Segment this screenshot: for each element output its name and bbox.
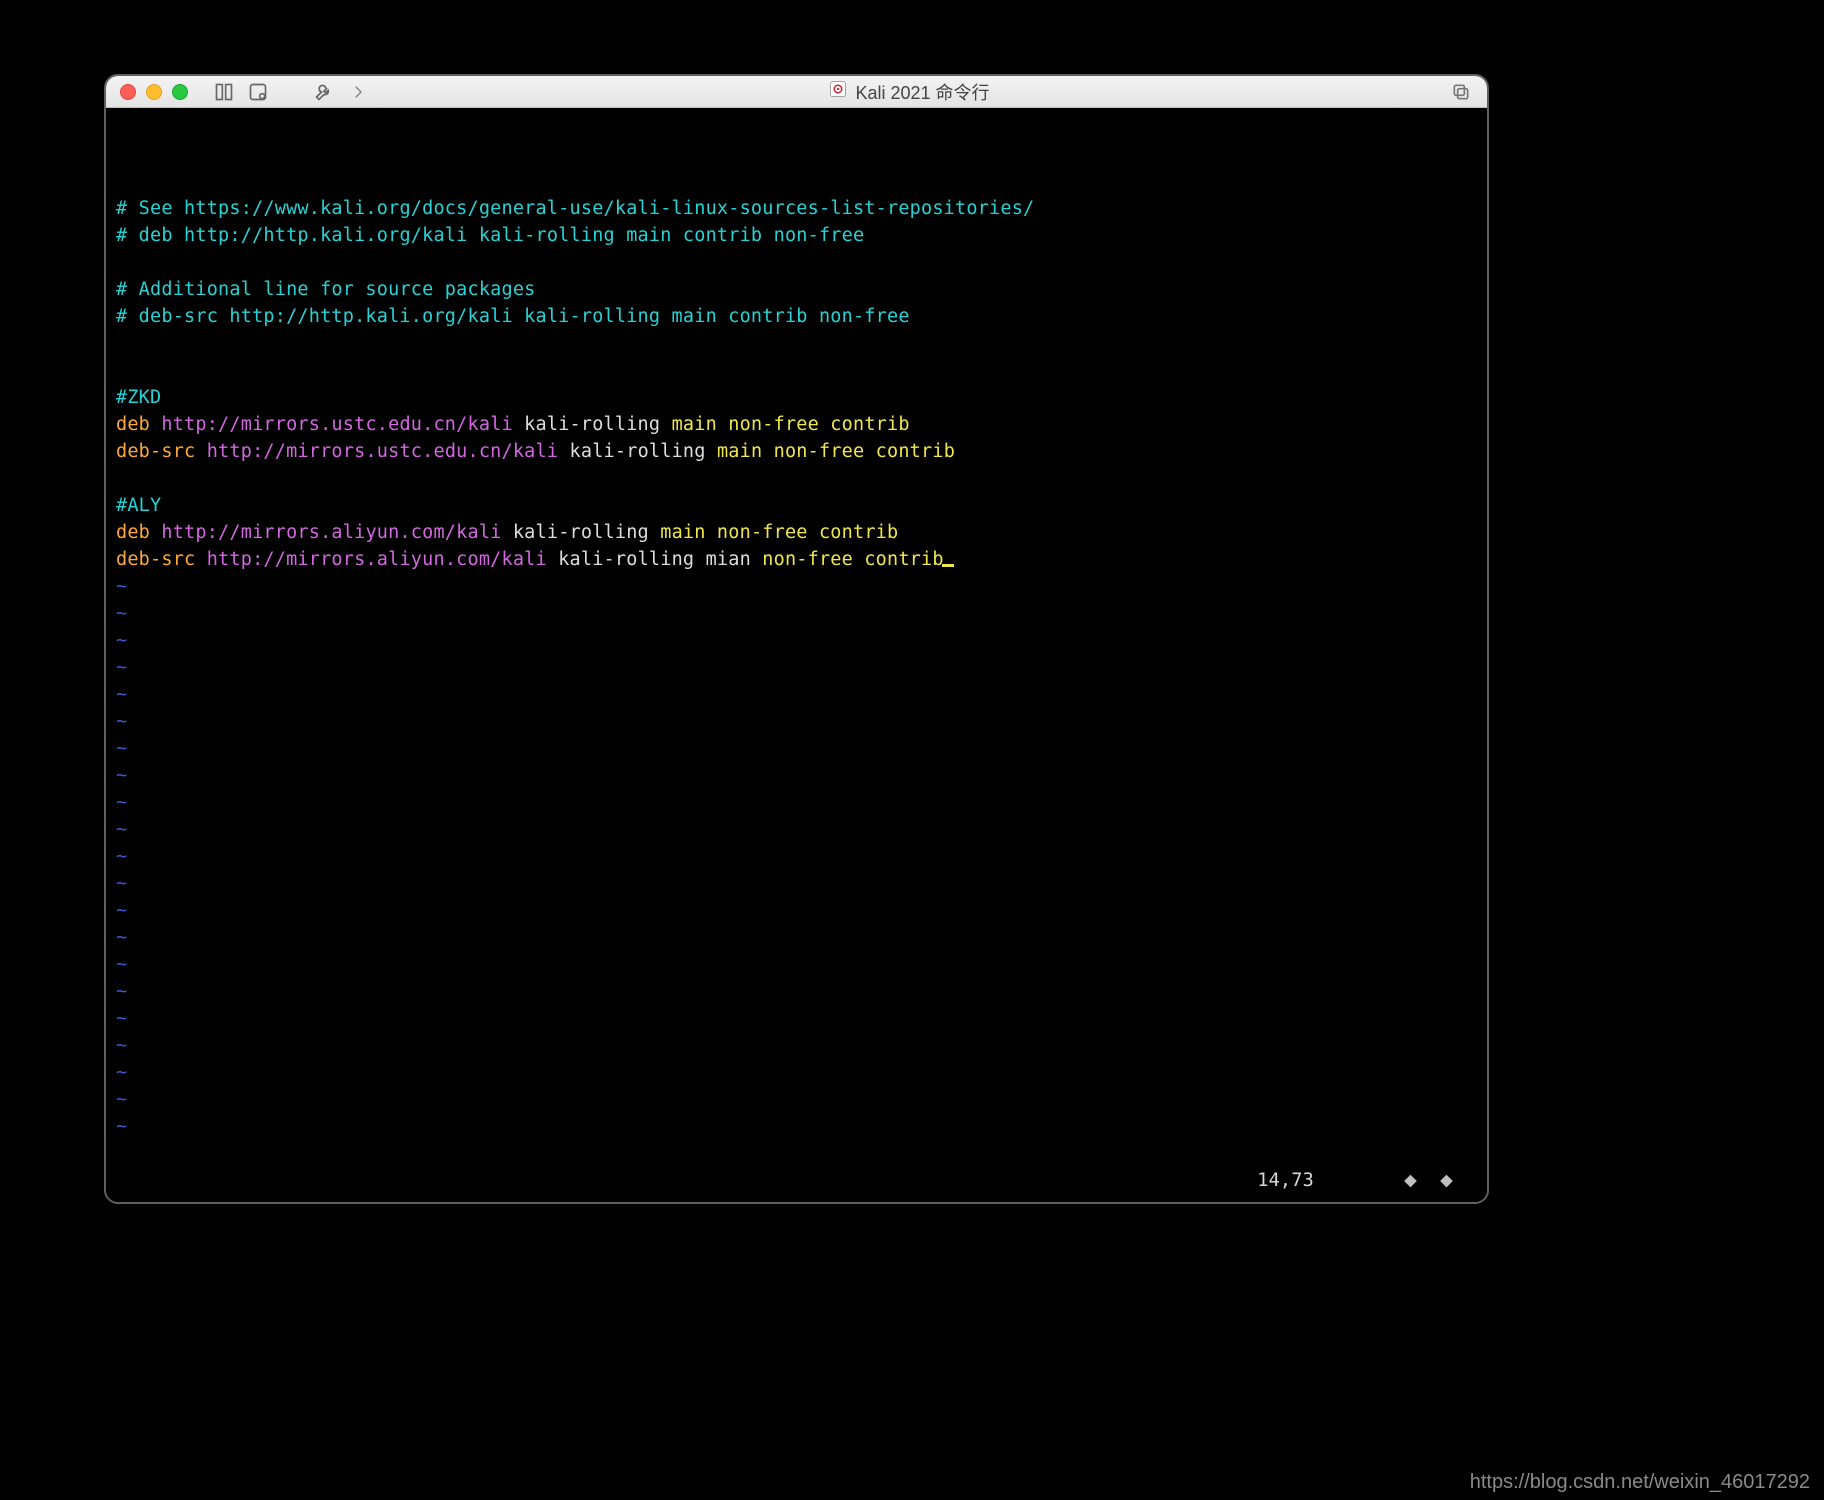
empty-line-tilde: ~ xyxy=(116,1113,1477,1140)
empty-line-tilde: ~ xyxy=(116,1032,1477,1059)
terminal-line xyxy=(116,249,1477,276)
empty-line-tilde: ~ xyxy=(116,600,1477,627)
terminal-line: # deb-src http://http.kali.org/kali kali… xyxy=(116,303,1477,330)
empty-line-tilde: ~ xyxy=(116,978,1477,1005)
terminal-line: deb-src http://mirrors.ustc.edu.cn/kali … xyxy=(116,438,1477,465)
empty-line-tilde: ~ xyxy=(116,654,1477,681)
terminal-line: # Additional line for source packages xyxy=(116,276,1477,303)
empty-line-tilde: ~ xyxy=(116,1005,1477,1032)
terminal-viewport[interactable]: # See https://www.kali.org/docs/general-… xyxy=(106,108,1487,1202)
window-title: Kali 2021 命令行 xyxy=(855,79,989,105)
terminal-line: # See https://www.kali.org/docs/general-… xyxy=(116,195,1477,222)
panel-icon[interactable] xyxy=(246,80,270,104)
empty-line-tilde: ~ xyxy=(116,681,1477,708)
terminal-line xyxy=(116,357,1477,384)
terminal-line: # deb http://http.kali.org/kali kali-rol… xyxy=(116,222,1477,249)
empty-line-tilde: ~ xyxy=(116,627,1477,654)
empty-line-tilde: ~ xyxy=(116,789,1477,816)
maximize-icon[interactable] xyxy=(172,84,188,100)
app-icon xyxy=(829,80,847,103)
traffic-lights xyxy=(120,84,188,100)
empty-line-tilde: ~ xyxy=(116,573,1477,600)
empty-line-tilde: ~ xyxy=(116,735,1477,762)
columns-icon[interactable] xyxy=(212,80,236,104)
window-title-area: Kali 2021 命令行 xyxy=(380,79,1439,105)
empty-line-tilde: ~ xyxy=(116,816,1477,843)
terminal-line xyxy=(116,465,1477,492)
empty-line-tilde: ~ xyxy=(116,951,1477,978)
chevron-right-icon[interactable] xyxy=(346,80,370,104)
terminal-line: #ZKD xyxy=(116,384,1477,411)
empty-line-tilde: ~ xyxy=(116,1086,1477,1113)
empty-line-tilde: ~ xyxy=(116,870,1477,897)
terminal-window: Kali 2021 命令行 # See https://www.kali.org… xyxy=(104,74,1489,1204)
empty-line-tilde: ~ xyxy=(116,762,1477,789)
terminal-line: #ALY xyxy=(116,492,1477,519)
terminal-line: deb-src http://mirrors.aliyun.com/kali k… xyxy=(116,546,1477,573)
terminal-line: deb http://mirrors.ustc.edu.cn/kali kali… xyxy=(116,411,1477,438)
close-icon[interactable] xyxy=(120,84,136,100)
cursor xyxy=(942,564,954,567)
vim-status-bar: 14,73 ⬥ ⬥ xyxy=(106,1167,1487,1198)
terminal-line: deb http://mirrors.aliyun.com/kali kali-… xyxy=(116,519,1477,546)
empty-line-tilde: ~ xyxy=(116,897,1477,924)
empty-line-tilde: ~ xyxy=(116,924,1477,951)
titlebar: Kali 2021 命令行 xyxy=(106,76,1487,108)
minimize-icon[interactable] xyxy=(146,84,162,100)
cursor-position: 14,73 xyxy=(1257,1167,1314,1194)
duplicate-window-icon[interactable] xyxy=(1449,80,1473,104)
wrench-icon[interactable] xyxy=(312,80,336,104)
empty-line-tilde: ~ xyxy=(116,843,1477,870)
watermark-text: https://blog.csdn.net/weixin_46017292 xyxy=(1470,1471,1810,1494)
terminal-line xyxy=(116,330,1477,357)
empty-line-tilde: ~ xyxy=(116,708,1477,735)
scroll-indicator-icon: ⬥ ⬥ xyxy=(1404,1167,1459,1194)
empty-line-tilde: ~ xyxy=(116,1059,1477,1086)
